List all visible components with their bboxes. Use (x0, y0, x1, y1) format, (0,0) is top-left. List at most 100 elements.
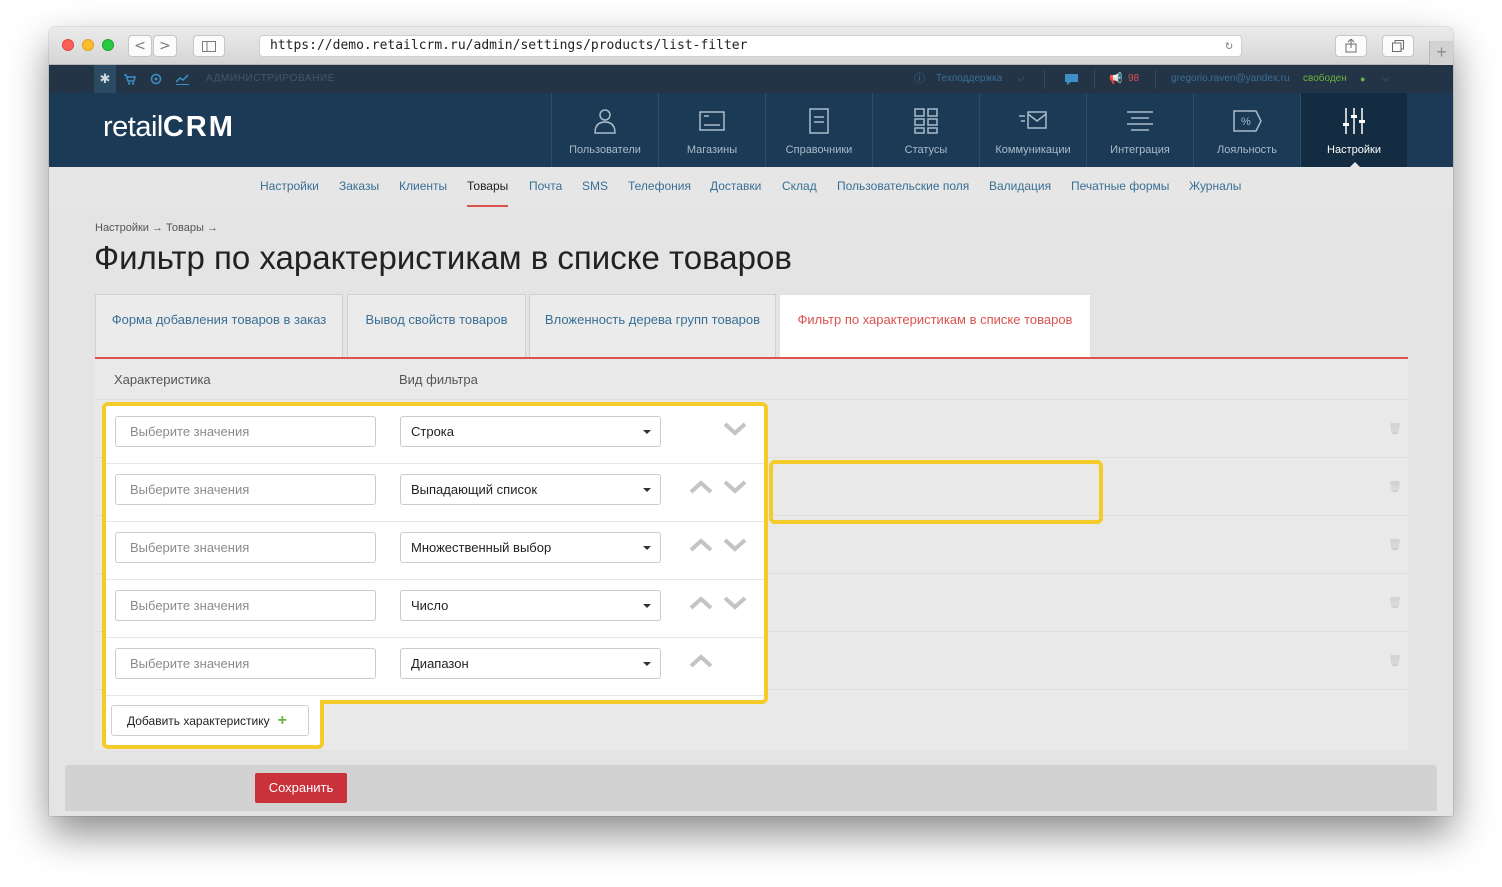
subnav-warehouse[interactable]: Склад (782, 179, 817, 193)
chevron-down-icon[interactable]: ⌵ (1017, 65, 1025, 93)
move-down-button[interactable] (723, 596, 747, 616)
divider (1155, 69, 1156, 89)
trash-icon[interactable]: 🗑 (1388, 596, 1402, 609)
nav-label: Лояльность (1217, 144, 1277, 156)
subnav-mail[interactable]: Почта (529, 179, 562, 193)
nav-references[interactable]: Справочники (765, 93, 872, 167)
subnav-print-forms[interactable]: Печатные формы (1071, 179, 1169, 193)
move-up-button[interactable] (689, 480, 713, 500)
move-down-button[interactable] (723, 422, 747, 442)
main-navigation: retailCRM Пользователи Магазины Справочн… (49, 93, 1453, 168)
select-value: Диапазон (411, 656, 469, 671)
tab-group-tree[interactable]: Вложенность дерева групп товаров (529, 294, 776, 357)
tab-product-properties[interactable]: Вывод свойств товаров (347, 294, 526, 357)
target-icon[interactable] (150, 65, 162, 93)
new-tab-button[interactable]: + (1429, 41, 1453, 65)
cart-icon[interactable] (124, 65, 136, 93)
user-status[interactable]: свободен (1303, 65, 1347, 93)
trash-icon[interactable]: 🗑 (1388, 480, 1402, 493)
filter-type-select[interactable]: Выпадающий список (400, 474, 661, 505)
nav-label: Статусы (904, 144, 948, 156)
subnav-customers[interactable]: Клиенты (399, 179, 447, 193)
subnav-validation[interactable]: Валидация (989, 179, 1051, 193)
characteristic-input[interactable]: Выберите значения (115, 474, 376, 505)
nav-communications[interactable]: Коммуникации (979, 93, 1086, 167)
share-button[interactable] (1335, 35, 1367, 57)
subnav-products[interactable]: Товары (467, 179, 508, 193)
support-link[interactable]: Техподдержка (936, 65, 1002, 93)
nav-stores[interactable]: Магазины (658, 93, 765, 167)
chevron-up-icon (689, 480, 713, 494)
move-up-button[interactable] (689, 596, 713, 616)
filter-type-select[interactable]: Строка (400, 416, 661, 447)
help-icon[interactable]: ⓘ (914, 65, 925, 93)
move-down-button[interactable] (723, 538, 747, 558)
store-icon (699, 111, 725, 131)
back-button[interactable]: < (128, 35, 152, 57)
chevron-down-icon[interactable]: ⌵ (1382, 65, 1390, 93)
nav-users[interactable]: Пользователи (551, 93, 658, 167)
subnav-orders[interactable]: Заказы (339, 179, 379, 193)
filter-type-select[interactable]: Число (400, 590, 661, 621)
notifications-count[interactable]: 98 (1128, 65, 1139, 93)
minimize-window-button[interactable] (82, 39, 94, 51)
filter-row: Выберите значения Число (106, 580, 764, 638)
maximize-window-button[interactable] (102, 39, 114, 51)
characteristic-input[interactable]: Выберите значения (115, 416, 376, 447)
chevron-up-icon (689, 538, 713, 552)
chat-icon[interactable] (1065, 65, 1078, 93)
caret-down-icon (643, 546, 651, 550)
trash-icon[interactable]: 🗑 (1388, 538, 1402, 551)
subnav-settings[interactable]: Настройки (260, 179, 319, 193)
subnav-telephony[interactable]: Телефония (628, 179, 691, 193)
characteristic-input[interactable]: Выберите значения (115, 648, 376, 679)
forward-button[interactable]: > (153, 35, 177, 57)
reload-icon[interactable]: ↻ (1225, 36, 1233, 56)
characteristic-input[interactable]: Выберите значения (115, 590, 376, 621)
tabs-overview-button[interactable] (1382, 35, 1414, 57)
add-button-label: Добавить характеристику (127, 714, 270, 728)
subnav-sms[interactable]: SMS (582, 179, 608, 193)
admin-bar: ✱ АДМИНИСТРИРОВАНИЕ ⓘ Техподдержка ⌵ 📢 9… (49, 65, 1453, 93)
filter-type-select[interactable]: Множественный выбор (400, 532, 661, 563)
filter-type-select[interactable]: Диапазон (400, 648, 661, 679)
select-value: Число (411, 598, 449, 613)
nav-label: Пользователи (569, 144, 641, 156)
svg-text:%: % (1241, 116, 1251, 128)
select-value: Строка (411, 424, 455, 439)
caret-down-icon (643, 662, 651, 666)
column-filter-type: Вид фильтра (399, 372, 478, 387)
column-characteristic: Характеристика (114, 372, 211, 387)
filter-row: Выберите значения Выпадающий список (106, 464, 764, 522)
subnav-custom-fields[interactable]: Пользовательские поля (837, 179, 969, 193)
user-email[interactable]: gregorio.raven@yandex.ru (1171, 65, 1290, 93)
trash-icon[interactable]: 🗑 (1388, 654, 1402, 667)
move-down-button[interactable] (723, 480, 747, 500)
tab-order-form[interactable]: Форма добавления товаров в заказ (95, 294, 343, 357)
subnav-delivery[interactable]: Доставки (710, 179, 761, 193)
subnav-logs[interactable]: Журналы (1189, 179, 1241, 193)
browser-window: < > https://demo.retailcrm.ru/admin/sett… (49, 27, 1453, 816)
nav-statuses[interactable]: Статусы (872, 93, 979, 167)
page-content: Настройки → Товары → Фильтр по характери… (49, 207, 1453, 816)
add-characteristic-button[interactable]: Добавить характеристику + (111, 705, 309, 736)
breadcrumb[interactable]: Настройки → Товары → (95, 222, 218, 234)
nav-loyalty[interactable]: % Лояльность (1193, 93, 1300, 167)
move-up-button[interactable] (689, 538, 713, 558)
trash-icon[interactable]: 🗑 (1388, 422, 1402, 435)
close-window-button[interactable] (62, 39, 74, 51)
nav-settings[interactable]: Настройки (1300, 93, 1407, 168)
tab-list-filter[interactable]: Фильтр по характеристикам в списке товар… (779, 294, 1091, 357)
move-up-button[interactable] (689, 654, 713, 674)
characteristic-input[interactable]: Выберите значения (115, 532, 376, 563)
megaphone-icon[interactable]: 📢 (1109, 65, 1123, 93)
nav-integration[interactable]: Интеграция (1086, 93, 1193, 167)
retailcrm-logo[interactable]: retailCRM (103, 111, 235, 144)
sub-navigation: Настройки Заказы Клиенты Товары Почта SM… (49, 167, 1453, 207)
save-button[interactable]: Сохранить (255, 773, 347, 803)
sidebar-toggle-button[interactable] (193, 35, 225, 57)
gear-icon[interactable]: ✱ (94, 65, 116, 93)
address-bar[interactable]: https://demo.retailcrm.ru/admin/settings… (259, 35, 1242, 57)
analytics-icon[interactable] (175, 65, 189, 93)
nav-label: Магазины (686, 144, 738, 156)
